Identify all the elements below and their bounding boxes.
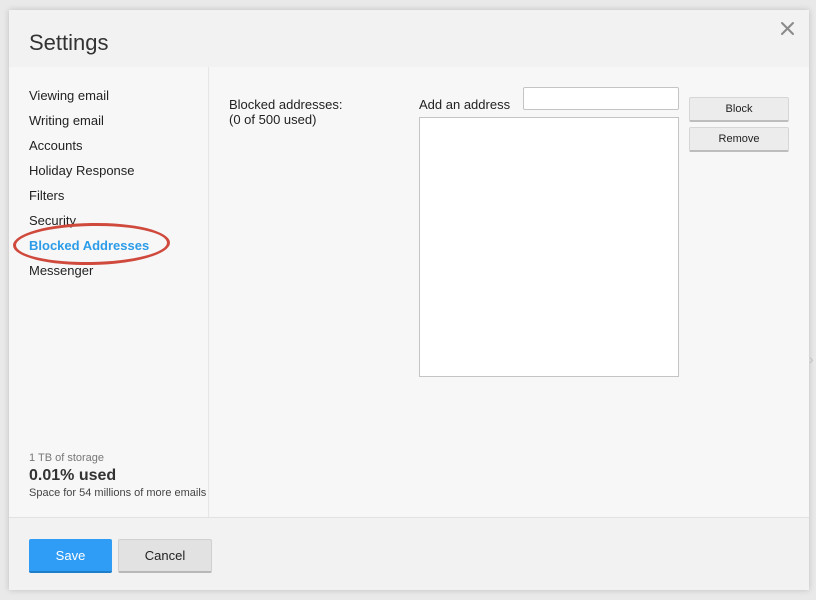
blocked-addresses-panel: Blocked addresses: (0 of 500 used) Add a… (210, 67, 809, 517)
sidebar-item-accounts[interactable]: Accounts (29, 138, 82, 153)
save-button[interactable]: Save (29, 539, 112, 573)
sidebar-item-security[interactable]: Security (29, 213, 76, 228)
blocked-label-title: Blocked addresses: (229, 97, 343, 112)
sidebar-item-viewing-email[interactable]: Viewing email (29, 88, 109, 103)
sidebar-item-holiday-response[interactable]: Holiday Response (29, 163, 135, 178)
remove-button[interactable]: Remove (689, 127, 789, 152)
block-button[interactable]: Block (689, 97, 789, 122)
close-icon[interactable] (779, 20, 797, 38)
dialog-footer: Save Cancel (9, 517, 809, 590)
blocked-address-list[interactable] (419, 117, 679, 377)
storage-used: 0.01% used (29, 467, 117, 484)
sidebar-item-messenger[interactable]: Messenger (29, 263, 93, 278)
storage-info: 1 TB of storage 0.01% used Space for 54 … (29, 452, 219, 499)
settings-sidebar: Viewing email Writing email Accounts Hol… (9, 67, 209, 517)
sidebar-item-writing-email[interactable]: Writing email (29, 113, 104, 128)
sidebar-item-filters[interactable]: Filters (29, 188, 64, 203)
add-address-input[interactable] (523, 87, 679, 110)
settings-dialog: Settings Viewing email Writing email Acc… (9, 10, 809, 590)
blocked-label-count: (0 of 500 used) (229, 112, 317, 127)
chevron-right-icon: › (809, 351, 814, 367)
add-address-label: Add an address (419, 97, 511, 112)
dialog-header: Settings (9, 10, 809, 67)
storage-note: Space for 54 millions of more emails (29, 487, 207, 499)
cancel-button[interactable]: Cancel (118, 539, 212, 573)
close-icon-glyph (781, 22, 794, 35)
storage-capacity: 1 TB of storage (29, 452, 105, 464)
sidebar-item-blocked-addresses[interactable]: Blocked Addresses (29, 238, 149, 253)
blocked-count-label: Blocked addresses: (0 of 500 used) (229, 97, 342, 127)
dialog-title: Settings (29, 30, 109, 55)
